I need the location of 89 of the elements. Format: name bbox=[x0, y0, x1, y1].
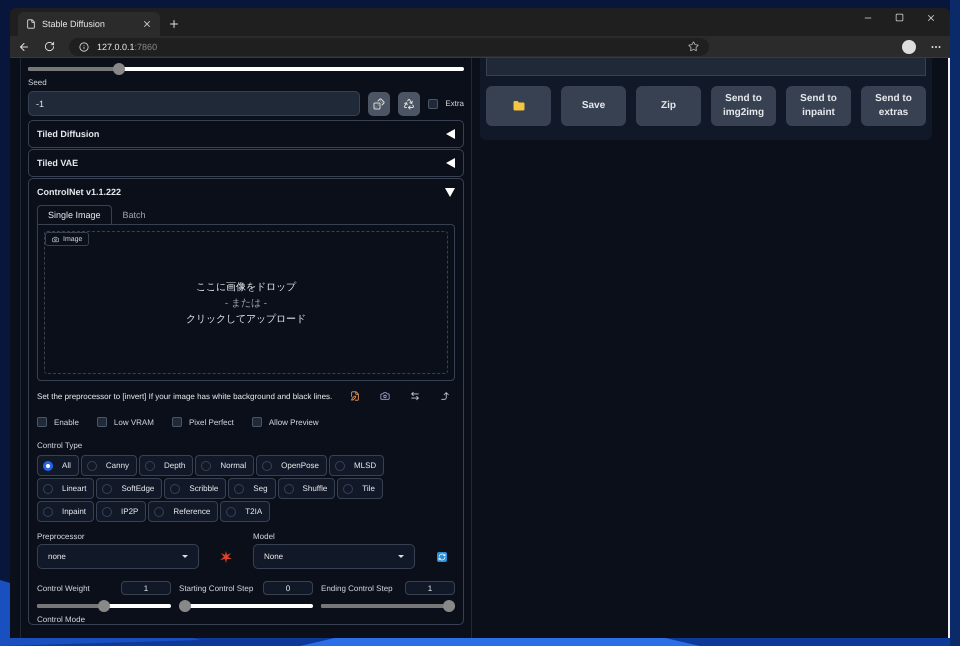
control-type-option[interactable]: Tile bbox=[337, 478, 383, 499]
browser-tab[interactable]: Stable Diffusion bbox=[18, 12, 160, 36]
slider-label: Ending Control Step bbox=[321, 584, 393, 592]
drop-instruction: クリックしてアップロード bbox=[186, 312, 306, 326]
seed-field[interactable]: -1 bbox=[28, 91, 360, 116]
camera-icon bbox=[52, 236, 59, 242]
checkbox-label: Extra bbox=[445, 99, 464, 108]
scrollbar[interactable] bbox=[948, 58, 950, 638]
control-type-option[interactable]: IP2P bbox=[96, 501, 146, 522]
checkbox-label: Enable bbox=[54, 418, 79, 426]
swap-icon[interactable] bbox=[410, 391, 420, 401]
number-field[interactable]: 1 bbox=[121, 581, 171, 595]
tab[interactable]: Batch bbox=[112, 205, 157, 224]
recycle-icon bbox=[403, 98, 416, 110]
slider-handle[interactable] bbox=[98, 600, 110, 612]
slider-handle[interactable] bbox=[112, 63, 125, 75]
close-icon[interactable] bbox=[142, 19, 152, 29]
extra-checkbox[interactable] bbox=[428, 98, 438, 108]
action-button[interactable]: Send to img2img bbox=[711, 86, 776, 126]
maximize-icon[interactable] bbox=[895, 13, 904, 22]
checkbox[interactable] bbox=[37, 417, 47, 427]
checkbox[interactable] bbox=[252, 417, 262, 427]
reload-icon[interactable] bbox=[44, 41, 55, 52]
checkbox-label: Allow Preview bbox=[268, 418, 319, 426]
favorite-star-icon[interactable] bbox=[688, 41, 699, 52]
hint-text: Set the preprocessor to [invert] If your image has white background and black lines. bbox=[37, 392, 334, 400]
address-bar[interactable]: 127.0.0.1:7860 bbox=[69, 38, 709, 56]
control-type-option[interactable]: OpenPose bbox=[256, 455, 327, 476]
slider-handle[interactable] bbox=[443, 600, 455, 612]
control-type-option[interactable]: Depth bbox=[139, 455, 194, 476]
camera-icon[interactable] bbox=[380, 391, 390, 401]
checkbox[interactable] bbox=[172, 417, 182, 427]
caret-icon bbox=[182, 555, 188, 558]
expand-triangle-icon bbox=[446, 129, 455, 139]
folder-icon bbox=[512, 100, 524, 112]
preprocessor-label: Preprocessor bbox=[37, 532, 86, 541]
control-type-option[interactable]: T2IA bbox=[220, 501, 270, 522]
back-icon[interactable] bbox=[18, 40, 30, 52]
control-type-option[interactable]: MLSD bbox=[328, 455, 384, 476]
explosion-icon[interactable] bbox=[220, 550, 232, 562]
refresh-icon[interactable] bbox=[437, 552, 448, 562]
action-button[interactable]: Save bbox=[561, 86, 626, 126]
number-field[interactable]: 1 bbox=[405, 581, 455, 595]
control-type-option[interactable]: Scribble bbox=[164, 478, 226, 499]
accordion-header[interactable]: Tiled VAE bbox=[29, 150, 463, 176]
expand-triangle-icon bbox=[446, 158, 455, 168]
accordion-header[interactable]: Tiled Diffusion bbox=[29, 121, 463, 147]
slider-label: Control Weight bbox=[37, 584, 90, 592]
checkbox-label: Pixel Perfect bbox=[188, 418, 234, 426]
drop-instruction: ここに画像をドロップ bbox=[196, 280, 296, 294]
action-button[interactable]: Zip bbox=[636, 86, 701, 126]
control-type-option[interactable]: Normal bbox=[195, 455, 254, 476]
control-type-label: Control Type bbox=[37, 441, 84, 450]
tab[interactable]: Single Image bbox=[37, 205, 112, 224]
preprocessor-dropdown[interactable]: none bbox=[37, 544, 200, 569]
info-icon[interactable] bbox=[79, 42, 89, 52]
control-type-option[interactable]: All bbox=[37, 455, 79, 476]
profile-avatar[interactable] bbox=[902, 40, 916, 54]
collapse-triangle-icon bbox=[445, 188, 455, 196]
model-label: Model bbox=[253, 532, 276, 541]
number-field[interactable]: 0 bbox=[263, 581, 313, 595]
action-button[interactable]: Send to extras bbox=[861, 86, 926, 126]
model-dropdown[interactable]: None bbox=[253, 544, 416, 569]
random-seed-button[interactable] bbox=[368, 92, 390, 116]
control-mode-label: Control Mode bbox=[37, 615, 86, 624]
drop-instruction: - または - bbox=[224, 296, 268, 310]
slider-label: Starting Control Step bbox=[179, 584, 254, 592]
control-type-option[interactable]: Canny bbox=[80, 455, 138, 476]
caret-icon bbox=[398, 555, 404, 558]
control-type-option[interactable]: Shuffle bbox=[278, 478, 336, 499]
checkbox[interactable] bbox=[96, 417, 107, 427]
dice-icon bbox=[373, 98, 386, 110]
seed-label: Seed bbox=[28, 78, 48, 87]
page-icon bbox=[26, 19, 36, 29]
action-button[interactable]: Send to inpaint bbox=[786, 86, 851, 126]
new-tab-icon[interactable] bbox=[168, 18, 180, 30]
control-type-option[interactable]: Lineart bbox=[37, 478, 94, 499]
curved-arrow-icon[interactable] bbox=[440, 391, 450, 401]
edit-file-icon[interactable] bbox=[350, 391, 360, 401]
control-type-option[interactable]: Reference bbox=[148, 501, 218, 522]
control-type-option[interactable]: Seg bbox=[228, 478, 276, 499]
close-icon[interactable] bbox=[926, 13, 936, 23]
reuse-seed-button[interactable] bbox=[398, 92, 420, 116]
control-type-option[interactable]: Inpaint bbox=[37, 501, 94, 522]
open-folder-button[interactable] bbox=[486, 86, 551, 126]
slider-handle[interactable] bbox=[179, 600, 191, 612]
url-text: 127.0.0.1:7860 bbox=[97, 42, 158, 52]
checkbox-label: Low VRAM bbox=[114, 418, 154, 426]
control-type-option[interactable]: SoftEdge bbox=[96, 478, 162, 499]
